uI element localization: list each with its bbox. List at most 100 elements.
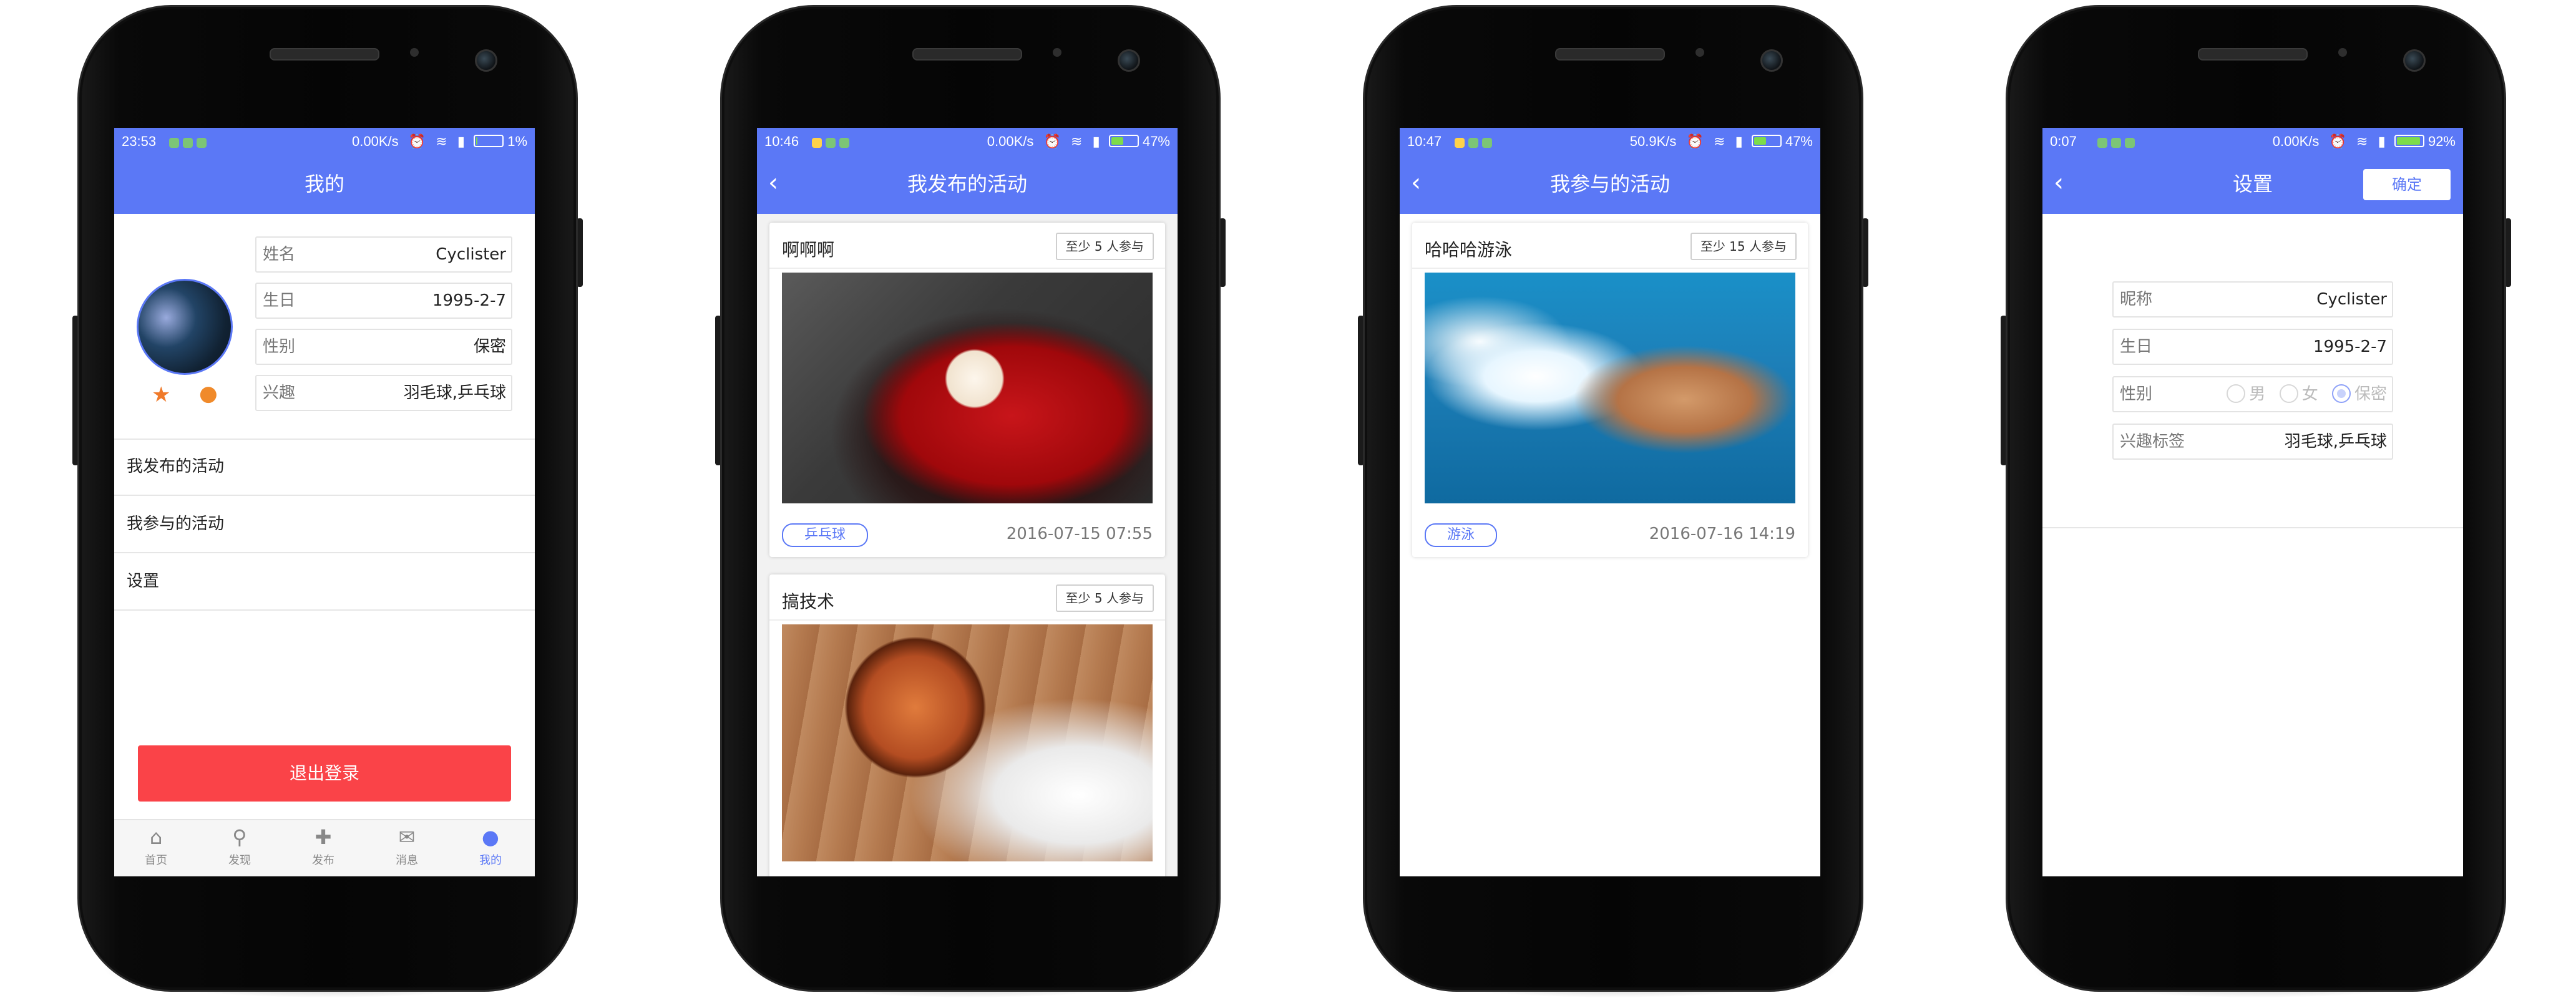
- proximity-sensor: [410, 48, 419, 57]
- earpiece-speaker: [1555, 48, 1665, 61]
- tab-discover[interactable]: ⚲ 发现: [198, 820, 281, 876]
- wifi-icon: ≋: [2356, 133, 2368, 149]
- battery-percent: 47%: [1785, 133, 1813, 149]
- bottom-tab-bar: ⌂ 首页 ⚲ 发现 ✚ 发布 ✉ 消息 ● 我的: [114, 819, 535, 876]
- wifi-icon: ≋: [1071, 133, 1083, 149]
- title-bar: 我的: [114, 154, 535, 214]
- activity-image: [1425, 273, 1795, 503]
- title-bar: ‹ 我参与的活动: [1400, 154, 1820, 214]
- battery-icon: [2394, 135, 2424, 148]
- birthday-field: 生日 1995-2-7: [255, 283, 512, 319]
- page-title: 我发布的活动: [907, 172, 1027, 196]
- battery-percent: 1%: [507, 133, 527, 149]
- nickname-field[interactable]: 昵称 Cyclister: [2112, 281, 2393, 317]
- earpiece-speaker: [2198, 48, 2308, 61]
- network-speed: 0.00K/s: [987, 133, 1034, 149]
- confirm-button[interactable]: 确定: [2363, 169, 2451, 200]
- title-bar: ‹ 设置 确定: [2042, 154, 2463, 214]
- page-title: 我参与的活动: [1549, 172, 1670, 196]
- battery-percent: 92%: [2427, 133, 2456, 149]
- screen: 10:46 0.00K/s ⏰ ≋ ▮ 47% ‹ 我发布的活动 啊啊啊 至少 …: [757, 128, 1178, 876]
- phone-body: 0:07 0.00K/s ⏰ ≋ ▮ 92% ‹ 设置 确定 昵称 Cyclis…: [2006, 5, 2506, 992]
- front-camera: [2403, 49, 2426, 72]
- phone-settings: 0:07 0.00K/s ⏰ ≋ ▮ 92% ‹ 设置 确定 昵称 Cyclis…: [2001, 5, 2511, 998]
- activity-card[interactable]: 哈哈哈游泳 至少 15 人参与 游泳 2016-07-16 14:19: [1412, 223, 1808, 557]
- screen: 23:53 0.00K/s ⏰ ≋ ▮ 1% 我的 ★ ● 姓名 Cyclist…: [114, 128, 535, 876]
- signal-icon: ▮: [1092, 133, 1100, 149]
- tab-home[interactable]: ⌂ 首页: [114, 820, 198, 876]
- tab-publish[interactable]: ✚ 发布: [281, 820, 365, 876]
- settings-form: 昵称 Cyclister 生日 1995-2-7 性别 男 女 保密 兴趣标签 …: [2042, 214, 2463, 528]
- network-speed: 50.9K/s: [1629, 133, 1677, 149]
- proximity-sensor: [1695, 48, 1704, 57]
- front-camera: [1760, 49, 1783, 72]
- activity-card[interactable]: 搞技术 至少 5 人参与: [769, 574, 1165, 876]
- alarm-icon: ⏰: [2329, 133, 2346, 149]
- mail-icon: ✉: [398, 825, 416, 849]
- min-participants-badge: 至少 15 人参与: [1690, 233, 1797, 260]
- proximity-sensor: [1053, 48, 1061, 57]
- network-speed: 0.00K/s: [2272, 133, 2320, 149]
- star-icon: ★: [152, 382, 171, 407]
- back-arrow-icon[interactable]: ‹: [1411, 154, 1421, 211]
- min-participants-badge: 至少 5 人参与: [1055, 584, 1154, 612]
- phone-body: 23:53 0.00K/s ⏰ ≋ ▮ 1% 我的 ★ ● 姓名 Cyclist…: [77, 5, 578, 992]
- activity-image: [782, 624, 1153, 861]
- battery-icon: [474, 135, 504, 148]
- interest-tags-field[interactable]: 兴趣标签 羽毛球,乒乓球: [2112, 424, 2393, 460]
- battery-icon: [1108, 135, 1139, 148]
- name-field: 姓名 Cyclister: [255, 236, 512, 273]
- activity-card[interactable]: 啊啊啊 至少 5 人参与 乒乓球 2016-07-15 07:55: [769, 223, 1165, 557]
- tab-me[interactable]: ● 我的: [449, 820, 532, 876]
- menu-settings[interactable]: 设置: [114, 553, 535, 611]
- front-camera: [475, 49, 497, 72]
- menu-my-published[interactable]: 我发布的活动: [114, 439, 535, 496]
- user-icon: ●: [482, 825, 499, 849]
- gender-radio-secret[interactable]: 保密: [2331, 377, 2387, 411]
- min-participants-badge: 至少 5 人参与: [1055, 233, 1154, 260]
- phone-body: 10:46 0.00K/s ⏰ ≋ ▮ 47% ‹ 我发布的活动 啊啊啊 至少 …: [720, 5, 1221, 992]
- network-speed: 0.00K/s: [352, 133, 399, 149]
- interest-field: 兴趣 羽毛球,乒乓球: [255, 375, 512, 411]
- avatar[interactable]: [137, 279, 233, 375]
- signal-icon: ▮: [457, 133, 465, 149]
- plus-icon: ✚: [315, 825, 332, 849]
- activity-title: 啊啊啊: [782, 240, 835, 260]
- gender-radio-male[interactable]: 男: [2227, 377, 2265, 411]
- activity-image: [782, 273, 1153, 503]
- tab-messages[interactable]: ✉ 消息: [365, 820, 449, 876]
- activity-title: 搞技术: [782, 591, 835, 612]
- signal-icon: ▮: [1735, 133, 1743, 149]
- status-time: 10:46: [764, 133, 799, 149]
- page-title: 我的: [304, 172, 344, 196]
- front-camera: [1118, 49, 1140, 72]
- profile-section: ★ ● 姓名 Cyclister 生日 1995-2-7 性别 保密 兴趣 羽毛…: [114, 214, 535, 440]
- signal-icon: ▮: [2378, 133, 2386, 149]
- notification-icons: [812, 135, 853, 152]
- search-icon: ⚲: [232, 825, 247, 849]
- battery-percent: 47%: [1142, 133, 1170, 149]
- activity-time: 2016-07-16 14:19: [1649, 525, 1795, 543]
- activity-tag[interactable]: 游泳: [1425, 523, 1498, 547]
- screen: 10:47 50.9K/s ⏰ ≋ ▮ 47% ‹ 我参与的活动 哈哈哈游泳 至…: [1400, 128, 1820, 876]
- gender-field: 性别 保密: [255, 329, 512, 365]
- status-time: 23:53: [122, 133, 157, 149]
- back-arrow-icon[interactable]: ‹: [2054, 154, 2064, 211]
- gender-field: 性别 男 女 保密: [2112, 376, 2393, 412]
- gender-radio-female[interactable]: 女: [2279, 377, 2318, 411]
- back-arrow-icon[interactable]: ‹: [768, 154, 778, 211]
- status-time: 10:47: [1407, 133, 1442, 149]
- notification-icons: [1455, 135, 1496, 152]
- battery-icon: [1751, 135, 1782, 148]
- notification-icons: [169, 135, 210, 152]
- logout-button[interactable]: 退出登录: [138, 745, 511, 802]
- home-icon: ⌂: [149, 825, 163, 849]
- alarm-icon: ⏰: [408, 133, 426, 149]
- notification-icons: [2097, 135, 2139, 152]
- gender-radio-group: 男 女 保密: [2218, 377, 2387, 411]
- activity-tag[interactable]: 乒乓球: [782, 523, 869, 547]
- menu-my-joined[interactable]: 我参与的活动: [114, 496, 535, 553]
- birthday-field[interactable]: 生日 1995-2-7: [2112, 329, 2393, 365]
- medal-icon: ●: [199, 381, 218, 406]
- status-bar: 23:53 0.00K/s ⏰ ≋ ▮ 1%: [114, 128, 535, 154]
